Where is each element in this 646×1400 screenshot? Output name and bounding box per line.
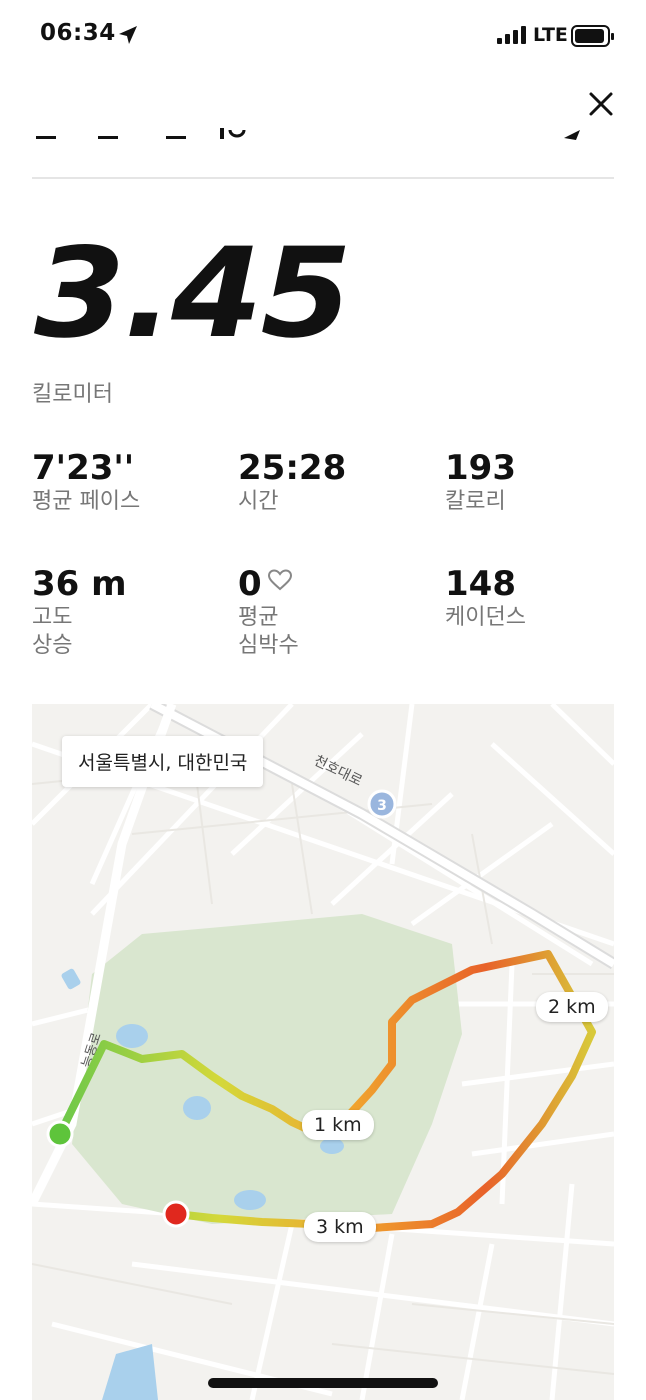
location-label: 서울특별시, 대한민국 <box>62 736 264 787</box>
status-bar: 06:34 LTE <box>0 0 646 72</box>
km-marker: 2 km <box>536 992 608 1022</box>
stat-value: 7'23'' <box>32 448 135 488</box>
stat-avg-pace: 7'23'' 평균 페이스 <box>32 448 232 516</box>
distance-unit: 킬로미터 <box>32 382 113 407</box>
stat-time: 25:28 시간 <box>238 448 438 516</box>
close-icon[interactable] <box>583 86 619 122</box>
stat-elevation-gain: 36 m 고도 상승 <box>32 564 232 660</box>
stat-label: 고도 상승 <box>32 605 73 658</box>
end-point-icon[interactable] <box>162 1200 190 1228</box>
park-area <box>72 914 462 1224</box>
km-marker: 1 km <box>302 1110 374 1140</box>
stat-value: 148 <box>445 564 516 604</box>
stat-label: 칼로리 <box>445 489 506 514</box>
stat-value: 25:28 <box>238 448 347 488</box>
divider <box>32 177 614 179</box>
network-label: LTE <box>533 24 568 46</box>
stat-label: 평균 심박수 <box>238 605 299 658</box>
route-badge-number: 3 <box>377 798 387 814</box>
heart-icon <box>267 569 292 591</box>
stat-avg-heart-rate: 0 평균 심박수 <box>238 564 438 660</box>
water-river <box>102 1344 158 1400</box>
route-map[interactable]: 3 천호대로 능동로 서울특별시, 대한민국 1 km 2 km 3 km <box>32 704 614 1400</box>
water-pond <box>234 1190 266 1210</box>
scrolled-header-remnant <box>36 128 580 140</box>
stat-calories: 193 칼로리 <box>445 448 645 516</box>
stat-label: 평균 페이스 <box>32 489 141 514</box>
distance-value: 3.45 <box>34 222 352 366</box>
stat-value: 193 <box>445 448 516 488</box>
stat-label: 시간 <box>238 489 279 514</box>
location-arrow-icon <box>119 26 137 44</box>
stat-label: 케이던스 <box>445 605 526 630</box>
water-pond <box>61 968 81 990</box>
water-pond <box>183 1096 211 1120</box>
map-canvas: 3 천호대로 능동로 <box>32 704 614 1400</box>
stat-cadence: 148 케이던스 <box>445 564 645 632</box>
signal-icon <box>497 26 526 44</box>
water-pond <box>320 1138 344 1154</box>
stat-value: 0 <box>238 564 262 604</box>
water-pond <box>116 1024 148 1048</box>
clock-time: 06:34 <box>40 20 116 46</box>
battery-icon <box>571 25 614 47</box>
km-marker: 3 km <box>304 1212 376 1242</box>
start-point-icon[interactable] <box>46 1120 74 1148</box>
stat-value: 36 m <box>32 564 127 604</box>
home-indicator[interactable] <box>208 1378 438 1388</box>
